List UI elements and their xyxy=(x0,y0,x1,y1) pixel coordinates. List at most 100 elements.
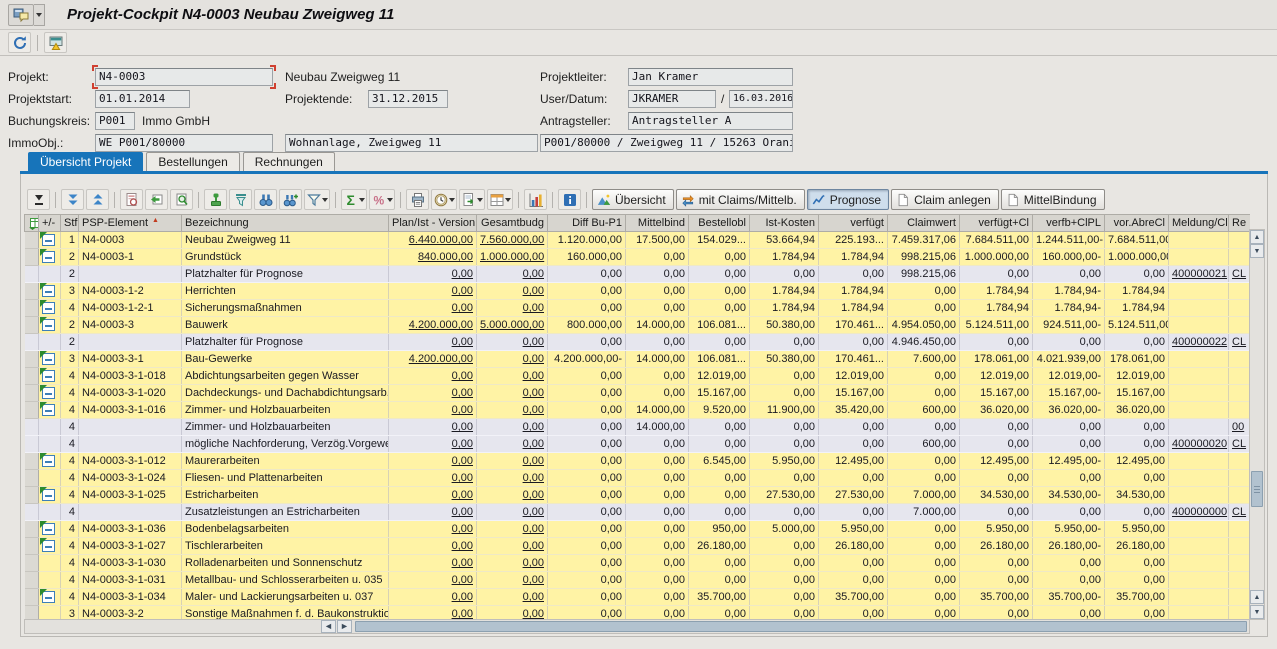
expand-collapse-icon[interactable] xyxy=(42,523,55,535)
row-select-cell[interactable] xyxy=(25,436,39,453)
cell-link-plan[interactable]: 0,00 xyxy=(452,557,473,569)
projektstart-field[interactable]: 01.01.2014 xyxy=(95,90,190,108)
export-button[interactable] xyxy=(459,189,485,210)
cell-link-bud[interactable]: 0,00 xyxy=(523,557,544,569)
mittelbindung-button[interactable]: MittelBindung xyxy=(1001,189,1105,210)
row-select-cell[interactable] xyxy=(25,402,39,419)
antragsteller-field[interactable]: Antragsteller A xyxy=(628,112,793,130)
expand-collapse-icon[interactable] xyxy=(42,319,55,331)
lowest-level-button[interactable] xyxy=(27,189,50,210)
row-select-cell[interactable] xyxy=(25,453,39,470)
row-select-cell[interactable] xyxy=(25,300,39,317)
collapse-all-button[interactable] xyxy=(86,189,109,210)
row-select-cell[interactable] xyxy=(25,538,39,555)
column-header-re[interactable]: Re xyxy=(1229,215,1251,232)
column-header-vpl[interactable]: verfb+ClPL xyxy=(1033,215,1105,232)
cell-link-bud[interactable]: 0,00 xyxy=(523,438,544,450)
column-header-mel[interactable]: Meldung/Cl xyxy=(1169,215,1229,232)
cell-link-bud[interactable]: 0,00 xyxy=(523,268,544,280)
cell-link-re[interactable]: CL xyxy=(1232,506,1246,518)
cell-link-bud[interactable]: 0,00 xyxy=(523,489,544,501)
row-select-cell[interactable] xyxy=(25,334,39,351)
detail-button[interactable] xyxy=(120,189,143,210)
row-select-cell[interactable] xyxy=(25,368,39,385)
column-header-diff[interactable]: Diff Bu-P1 xyxy=(548,215,626,232)
cell-link-bud[interactable]: 0,00 xyxy=(523,574,544,586)
scroll-down-icon[interactable]: ▼ xyxy=(1250,244,1264,258)
projektende-field[interactable]: 31.12.2015 xyxy=(368,90,448,108)
cell-link-bud[interactable]: 0,00 xyxy=(523,421,544,433)
row-select-cell[interactable] xyxy=(25,419,39,436)
cell-link-plan[interactable]: 0,00 xyxy=(452,540,473,552)
cell-link-plan[interactable]: 0,00 xyxy=(452,285,473,297)
cell-link-plan[interactable]: 0,00 xyxy=(452,404,473,416)
vertical-scrollbar-thumb[interactable] xyxy=(1251,471,1263,507)
prognose-button[interactable]: Prognose xyxy=(807,189,889,210)
row-select-cell[interactable] xyxy=(25,351,39,368)
expand-collapse-icon[interactable] xyxy=(42,455,55,467)
scroll-left-icon[interactable]: ◄ xyxy=(321,620,336,633)
cell-link-plan[interactable]: 0,00 xyxy=(452,370,473,382)
tab--bersicht-projekt[interactable]: Übersicht Projekt xyxy=(28,152,143,171)
set-filter-button[interactable] xyxy=(304,189,330,210)
column-header-ist[interactable]: Ist-Kosten xyxy=(750,215,819,232)
row-select-cell[interactable] xyxy=(25,589,39,606)
datum-field[interactable]: 16.03.2016 xyxy=(729,90,793,108)
cell-link-plan[interactable]: 0,00 xyxy=(452,421,473,433)
cell-link-plan[interactable]: 0,00 xyxy=(452,387,473,399)
cell-link-bud[interactable]: 0,00 xyxy=(523,387,544,399)
expand-collapse-icon[interactable] xyxy=(42,591,55,603)
cell-link-bud[interactable]: 0,00 xyxy=(523,540,544,552)
immoobj-field[interactable]: WE P001/80000 xyxy=(95,134,273,152)
column-header-vcl[interactable]: verfügt+Cl xyxy=(960,215,1033,232)
gui-session-menu-dropdown[interactable] xyxy=(34,4,45,26)
expand-collapse-icon[interactable] xyxy=(42,234,55,246)
buchungskreis-field[interactable]: P001 xyxy=(95,112,135,130)
expand-collapse-icon[interactable] xyxy=(42,404,55,416)
row-select-cell[interactable] xyxy=(25,521,39,538)
row-select-cell[interactable] xyxy=(25,232,39,249)
cell-link-bud[interactable]: 0,00 xyxy=(523,370,544,382)
cell-link-bud[interactable]: 0,00 xyxy=(523,404,544,416)
row-select-cell[interactable] xyxy=(25,249,39,266)
cell-link-plan[interactable]: 6.440.000,00 xyxy=(409,234,473,246)
cell-link-bud[interactable]: 0,00 xyxy=(523,472,544,484)
expand-collapse-icon[interactable] xyxy=(42,489,55,501)
cell-link-re[interactable]: CL xyxy=(1232,268,1246,280)
column-header-clw[interactable]: Claimwert xyxy=(888,215,960,232)
row-select-cell[interactable] xyxy=(25,385,39,402)
find-button[interactable] xyxy=(254,189,277,210)
cell-link-bud[interactable]: 0,00 xyxy=(523,455,544,467)
cell-link-plan[interactable]: 0,00 xyxy=(452,438,473,450)
expand-collapse-icon[interactable] xyxy=(42,387,55,399)
cell-link-bud[interactable]: 0,00 xyxy=(523,285,544,297)
row-select-cell[interactable] xyxy=(25,283,39,300)
cell-link-plan[interactable]: 0,00 xyxy=(452,489,473,501)
column-header-plan[interactable]: Plan/Ist - Version xyxy=(389,215,477,232)
cell-link-bud[interactable]: 1.000.000,00 xyxy=(480,251,544,263)
scroll-up-icon[interactable]: ▲ xyxy=(1250,230,1264,244)
immoobj-text-field[interactable]: Wohnanlage, Zweigweg 11 xyxy=(285,134,538,152)
column-header-psp[interactable]: PSP-Element▲ xyxy=(79,215,182,232)
cell-link-plan[interactable]: 0,00 xyxy=(452,455,473,467)
column-header-vfg[interactable]: verfügt xyxy=(819,215,888,232)
find-next-button[interactable] xyxy=(279,189,302,210)
cell-link-bud[interactable]: 0,00 xyxy=(523,506,544,518)
graphic-button[interactable] xyxy=(524,189,547,210)
cell-link-re[interactable]: CL xyxy=(1232,336,1246,348)
row-select-cell[interactable] xyxy=(25,572,39,589)
cell-link-re[interactable]: CL xyxy=(1232,438,1246,450)
cell-link-mel[interactable]: 400000020 xyxy=(1172,438,1227,450)
gui-session-icon-button[interactable] xyxy=(8,4,34,26)
check-entries-button[interactable] xyxy=(204,189,227,210)
column-header-vab[interactable]: vor.AbreCl xyxy=(1105,215,1169,232)
projekt-input[interactable]: N4-0003 xyxy=(95,68,273,86)
scroll-right-icon[interactable]: ► xyxy=(337,620,352,633)
horizontal-scrollbar-thumb[interactable] xyxy=(355,621,1247,632)
expand-collapse-icon[interactable] xyxy=(42,285,55,297)
cell-link-plan[interactable]: 0,00 xyxy=(452,574,473,586)
expand-collapse-icon[interactable] xyxy=(42,302,55,314)
column-header-mit[interactable]: Mittelbind xyxy=(626,215,689,232)
expand-all-button[interactable] xyxy=(61,189,84,210)
user-field[interactable]: JKRAMER xyxy=(628,90,716,108)
